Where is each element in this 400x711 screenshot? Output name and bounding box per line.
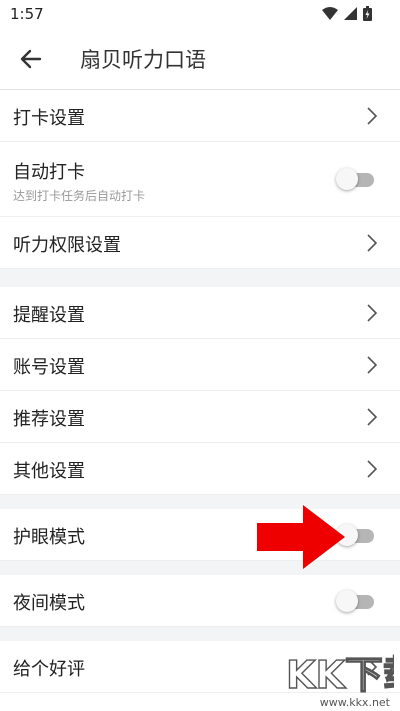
status-time: 1:57 [10,5,44,23]
settings-item-label: 其他设置 [13,461,85,482]
settings-item-label: 听力权限设置 [13,235,121,256]
toggle-knob [336,590,358,612]
settings-item-checkin[interactable]: 打卡设置 [0,90,400,142]
settings-item-other[interactable]: 其他设置 [0,443,400,495]
settings-item-auto-checkin: 自动打卡 达到打卡任务后自动打卡 [0,142,400,217]
battery-icon [363,6,372,21]
settings-item-subtitle: 达到打卡任务后自动打卡 [13,189,146,203]
red-arrow-icon [257,505,345,569]
watermark-url: www.kkx.net [319,696,390,709]
settings-item-label: 推荐设置 [13,409,85,430]
section-divider [0,627,400,641]
section-divider [0,269,400,287]
chevron-right-icon [367,234,378,252]
settings-item-listening-permission[interactable]: 听力权限设置 [0,217,400,269]
settings-item-label: 打卡设置 [13,108,85,129]
settings-item-label: 给个好评 [13,659,85,680]
status-bar: 1:57 [0,0,400,28]
settings-item-label: 提醒设置 [13,305,85,326]
watermark-logo: KK下载 [285,652,400,697]
settings-item-account[interactable]: 账号设置 [0,339,400,391]
watermark-logo-text: KK下载 [286,653,394,696]
page-title: 扇贝听力口语 [80,48,206,72]
chevron-right-icon [367,356,378,374]
settings-item-label: 账号设置 [13,357,85,378]
arrow-left-icon[interactable] [18,46,44,72]
settings-item-night-mode: 夜间模式 [0,575,400,627]
settings-item-label: 夜间模式 [13,593,85,614]
app-bar: 扇贝听力口语 [0,28,400,90]
night-mode-toggle[interactable] [336,590,376,612]
settings-item-recommendation[interactable]: 推荐设置 [0,391,400,443]
watermark: KK下载 www.kkx.net [284,650,400,711]
settings-item-label: 自动打卡 [13,162,85,183]
settings-item-reminders[interactable]: 提醒设置 [0,287,400,339]
chevron-right-icon [367,408,378,426]
chevron-right-icon [367,460,378,478]
settings-item-label: 护眼模式 [13,527,85,548]
toggle-knob [336,168,358,190]
auto-checkin-toggle[interactable] [336,168,376,190]
chevron-right-icon [367,107,378,125]
wifi-icon [322,7,338,20]
status-icons [322,6,372,21]
chevron-right-icon [367,304,378,322]
cellular-signal-icon [344,7,357,20]
